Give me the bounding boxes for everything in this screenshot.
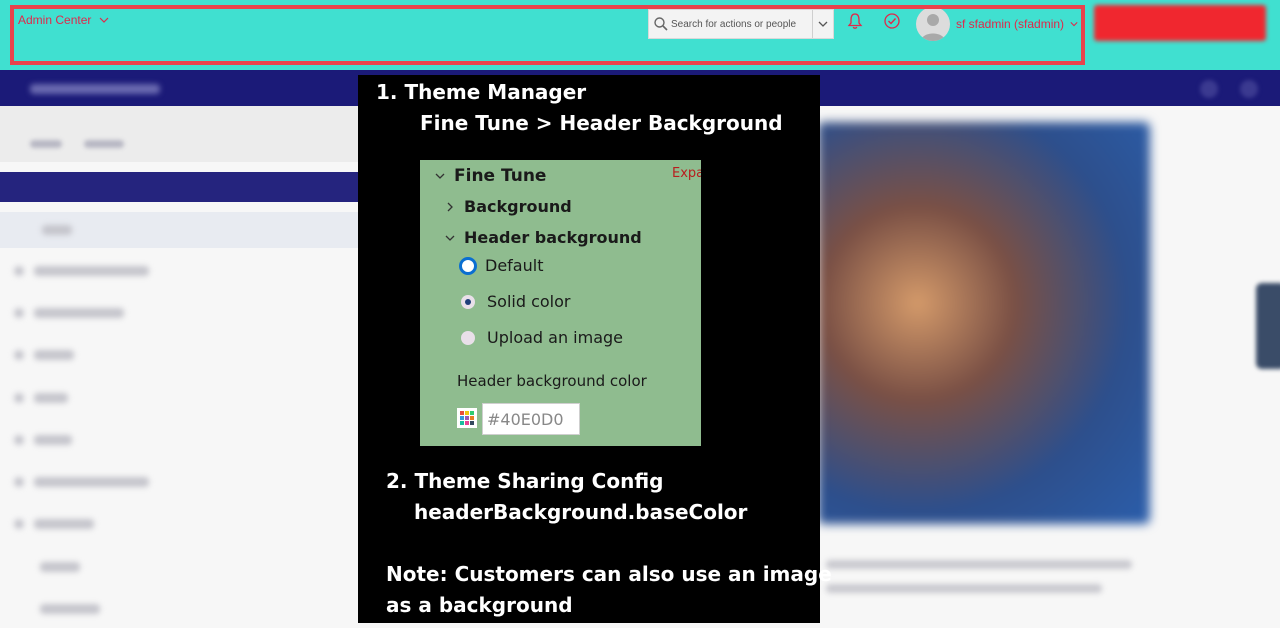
blurred-nav-icon — [1200, 80, 1218, 98]
blurred-paragraph-line — [826, 584, 1102, 593]
fine-tune-label: Fine Tune — [454, 166, 547, 186]
blurred-tab — [30, 140, 62, 148]
highlight-outline — [10, 5, 1085, 65]
chevron-right-icon — [447, 202, 453, 211]
note-line-1: Note: Customers can also use an image — [386, 562, 832, 586]
blurred-sidebar-row — [14, 604, 100, 614]
background-item[interactable]: Background — [444, 197, 572, 216]
header-background-item[interactable]: Header background — [444, 228, 642, 247]
radio-label: Default — [485, 256, 544, 275]
top-header: Admin Center sf sfadmin (sfadmin) — [0, 0, 1280, 70]
header-background-color-input[interactable] — [482, 403, 580, 435]
blurred-sidebar-row — [14, 350, 74, 360]
blurred-side-tab — [1256, 283, 1280, 369]
step2-key: headerBackground.baseColor — [414, 500, 748, 524]
step1-path: Fine Tune > Header Background — [420, 111, 783, 135]
blurred-sidebar-row — [14, 393, 68, 403]
blurred-sidebar-row — [14, 266, 149, 276]
blurred-sidebar-row — [14, 435, 72, 445]
blurred-red-button — [1094, 5, 1266, 41]
radio-button[interactable] — [459, 256, 477, 275]
blurred-nav-icon — [1240, 80, 1258, 98]
radio-label: Solid color — [487, 292, 571, 311]
note-line-2: as a background — [386, 593, 573, 617]
blurred-sidebar-row — [14, 562, 80, 572]
radio-option-solid-color[interactable]: Solid color — [461, 292, 570, 311]
radio-option-default[interactable]: Default — [459, 256, 543, 275]
header-background-label: Header background — [464, 228, 642, 247]
blurred-tab — [84, 140, 124, 148]
chevron-down-icon — [445, 235, 455, 241]
blurred-sidebar-row — [14, 308, 124, 318]
blurred-paragraph-line — [826, 560, 1132, 569]
blurred-sidebar-header — [0, 172, 360, 202]
background-label: Background — [464, 197, 572, 216]
blurred-sidebar-row — [14, 477, 149, 487]
chevron-down-icon — [435, 173, 445, 179]
color-palette-icon[interactable] — [457, 408, 477, 428]
fine-tune-section[interactable]: Fine Tune — [434, 166, 546, 186]
blurred-nav-title — [30, 84, 160, 94]
radio-button[interactable] — [461, 330, 475, 345]
header-background-color-label: Header background color — [457, 372, 647, 390]
blurred-sidebar-row — [14, 225, 72, 235]
fine-tune-panel: Fine Tune Expa Background Header backgro… — [420, 160, 701, 446]
step1-title: 1. Theme Manager — [376, 80, 587, 104]
blurred-sidebar-row — [14, 519, 94, 529]
instruction-overlay: 1. Theme Manager Fine Tune > Header Back… — [358, 75, 832, 623]
radio-label: Upload an image — [487, 328, 624, 347]
blurred-hero-image — [818, 122, 1150, 524]
expand-all-link[interactable]: Expa — [672, 166, 701, 181]
radio-button[interactable] — [461, 294, 475, 309]
radio-option-upload-image[interactable]: Upload an image — [461, 328, 623, 347]
blurred-subbar — [0, 106, 360, 162]
step2-title: 2. Theme Sharing Config — [386, 469, 664, 493]
